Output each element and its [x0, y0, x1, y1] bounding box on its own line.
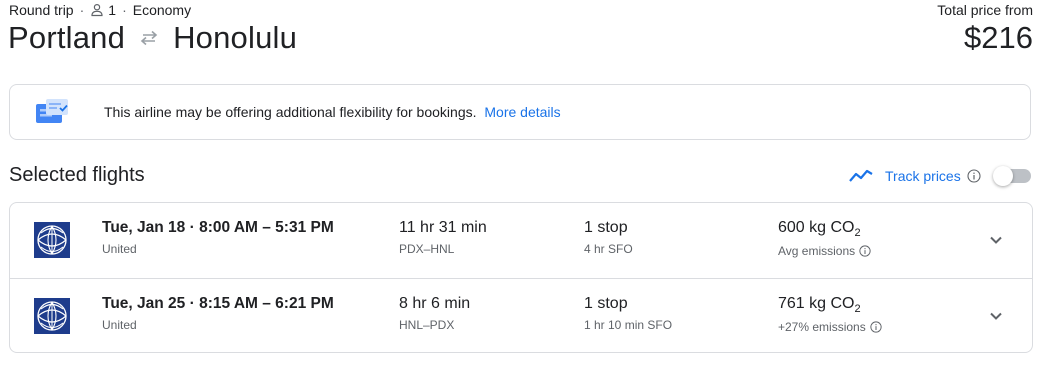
duration-column: 8 hr 6 min HNL–PDX [399, 295, 470, 332]
flight-stops: 1 stop [584, 219, 628, 236]
flight-date: Tue, Jan 25 [102, 295, 186, 312]
origin-city: Portland [8, 20, 126, 55]
separator-dot: · [122, 2, 127, 18]
emissions-subscript: 2 [854, 303, 861, 316]
swap-arrows-icon [139, 30, 159, 46]
separator-dot: · [189, 219, 195, 236]
emissions-amount: 761 kg CO [778, 295, 855, 312]
flight-times-column: Tue, Jan 25 · 8:15 AM – 6:21 PM United [102, 295, 334, 332]
separator-dot: · [189, 295, 195, 312]
trend-line-icon [849, 169, 873, 182]
flight-stops: 1 stop [584, 295, 628, 312]
emissions-note: +27% emissions [778, 320, 866, 335]
more-details-link[interactable]: More details [484, 104, 560, 120]
airline-name: United [102, 318, 137, 332]
total-price: $216 [964, 20, 1033, 55]
selected-flights-list: Tue, Jan 18 · 8:00 AM – 5:31 PM United 1… [9, 202, 1033, 353]
united-globe-logo [34, 222, 70, 258]
emissions-note-line: +27% emissions [778, 320, 882, 334]
destination-city: Honolulu [173, 20, 298, 55]
flight-times: 8:15 AM – 6:21 PM [199, 295, 334, 312]
emissions-value: 761 kg CO2 [778, 295, 882, 315]
flight-times: 8:00 AM – 5:31 PM [199, 219, 334, 236]
track-prices-label[interactable]: Track prices [885, 168, 961, 184]
airline-name: United [102, 242, 137, 256]
toggle-knob [992, 166, 1013, 186]
track-prices-toggle[interactable] [992, 166, 1031, 186]
stops-column: 1 stop 1 hr 10 min SFO [584, 295, 672, 332]
separator-dot: · [79, 2, 85, 18]
emissions-value: 600 kg CO2 [778, 219, 871, 239]
passenger-count[interactable]: 1 [90, 2, 116, 18]
info-icon[interactable] [967, 169, 981, 183]
date-and-times: Tue, Jan 25 · 8:15 AM – 6:21 PM [102, 295, 334, 313]
flight-times-column: Tue, Jan 18 · 8:00 AM – 5:31 PM United [102, 219, 334, 256]
layover-info: 4 hr SFO [584, 242, 633, 256]
flight-date: Tue, Jan 18 [102, 219, 186, 236]
duration-column: 11 hr 31 min PDX–HNL [399, 219, 487, 256]
chevron-down-icon[interactable] [986, 306, 1006, 326]
flight-row[interactable]: Tue, Jan 25 · 8:15 AM – 6:21 PM United 8… [10, 278, 1032, 354]
flight-row[interactable]: Tue, Jan 18 · 8:00 AM – 5:31 PM United 1… [10, 203, 1032, 278]
flexibility-banner: This airline may be offering additional … [9, 84, 1031, 140]
trip-meta: Round trip · 1 · Economy [9, 2, 191, 18]
flight-duration: 8 hr 6 min [399, 295, 471, 312]
date-and-times: Tue, Jan 18 · 8:00 AM – 5:31 PM [102, 219, 334, 237]
person-outline-icon [91, 3, 103, 17]
layover-info: 1 hr 10 min SFO [584, 318, 673, 332]
stops-column: 1 stop 4 hr SFO [584, 219, 633, 256]
banner-text: This airline may be offering additional … [104, 104, 477, 120]
banner-message: This airline may be offering additional … [104, 104, 561, 120]
chevron-down-icon[interactable] [986, 230, 1006, 250]
united-globe-logo [34, 298, 70, 334]
emissions-column: 761 kg CO2 +27% emissions [778, 295, 882, 334]
passenger-count-value: 1 [108, 2, 117, 18]
emissions-note: Avg emissions [778, 244, 856, 259]
section-title: Selected flights [9, 164, 145, 186]
flight-summary-page: Round trip · 1 · Economy Portland Honolu… [0, 0, 1057, 367]
emissions-amount: 600 kg CO [778, 219, 855, 236]
track-prices: Track prices [849, 166, 1031, 186]
route-title: Portland Honolulu [8, 20, 297, 56]
flight-route: PDX–HNL [399, 242, 455, 256]
flexibility-ticket-icon [36, 99, 68, 123]
emissions-note-line: Avg emissions [778, 244, 871, 258]
emissions-column: 600 kg CO2 Avg emissions [778, 219, 871, 258]
flight-route: HNL–PDX [399, 318, 455, 332]
cabin-class[interactable]: Economy [133, 2, 191, 18]
emissions-subscript: 2 [854, 227, 861, 240]
flight-duration: 11 hr 31 min [399, 219, 487, 236]
info-icon[interactable] [859, 245, 871, 257]
info-icon[interactable] [870, 321, 882, 333]
trip-type[interactable]: Round trip [9, 2, 74, 18]
price-label: Total price from [937, 2, 1033, 18]
